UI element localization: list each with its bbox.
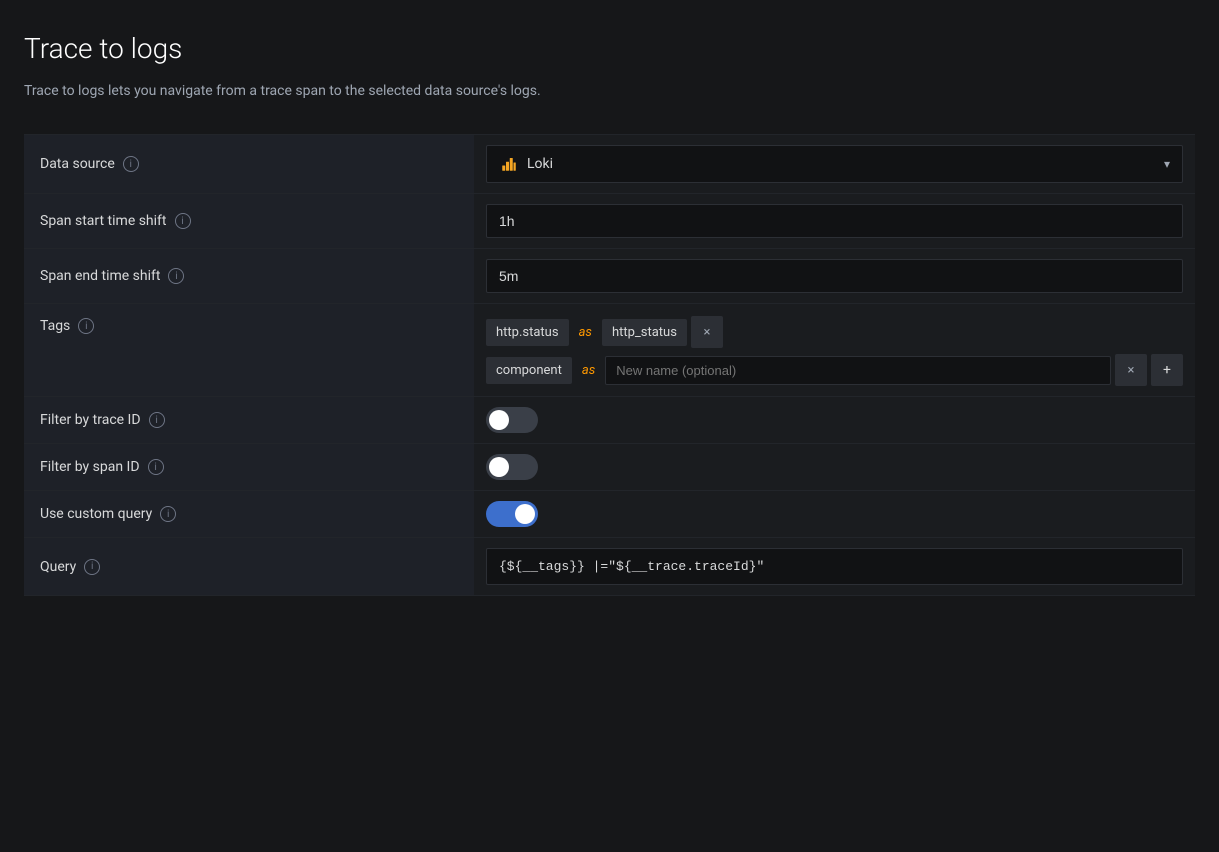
filter-span-id-info-icon[interactable]: i bbox=[148, 459, 164, 475]
tag-new-name-input[interactable] bbox=[605, 356, 1111, 385]
data-source-value-cell: Loki ▾ bbox=[474, 135, 1195, 194]
span-start-info-icon[interactable]: i bbox=[175, 213, 191, 229]
span-start-label: Span start time shift bbox=[40, 213, 167, 229]
loki-icon bbox=[499, 154, 519, 174]
span-start-row: Span start time shift i bbox=[24, 194, 1195, 249]
filter-trace-id-toggle[interactable] bbox=[486, 407, 538, 433]
tag-key-1: http.status bbox=[486, 319, 569, 346]
page-description: Trace to logs lets you navigate from a t… bbox=[24, 81, 1195, 102]
filter-span-id-label: Filter by span ID bbox=[40, 459, 140, 475]
use-custom-query-toggle[interactable] bbox=[486, 501, 538, 527]
span-end-row: Span end time shift i bbox=[24, 249, 1195, 304]
tag-add-button[interactable]: + bbox=[1151, 354, 1183, 386]
filter-trace-id-row: Filter by trace ID i bbox=[24, 397, 1195, 444]
tag-row-2: component as × + bbox=[486, 354, 1183, 386]
use-custom-query-row: Use custom query i bbox=[24, 491, 1195, 538]
filter-trace-id-toggle-container bbox=[486, 407, 1183, 433]
tags-value-cell: http.status as http_status × component a… bbox=[474, 304, 1195, 397]
filter-span-id-row: Filter by span ID i bbox=[24, 444, 1195, 491]
tag-as-2: as bbox=[576, 357, 601, 384]
span-start-label-cell: Span start time shift i bbox=[24, 194, 474, 249]
query-label-cell: Query i bbox=[24, 538, 474, 596]
settings-form: Data source i bbox=[24, 134, 1195, 596]
span-end-value-cell bbox=[474, 249, 1195, 304]
tags-container: http.status as http_status × component a… bbox=[486, 316, 1183, 386]
filter-span-id-label-cell: Filter by span ID i bbox=[24, 444, 474, 491]
span-end-label-cell: Span end time shift i bbox=[24, 249, 474, 304]
use-custom-query-value-cell bbox=[474, 491, 1195, 538]
filter-span-id-value-cell bbox=[474, 444, 1195, 491]
use-custom-query-label: Use custom query bbox=[40, 506, 152, 522]
tags-label-cell: Tags i bbox=[24, 304, 474, 397]
tags-info-icon[interactable]: i bbox=[78, 318, 94, 334]
tags-label: Tags bbox=[40, 318, 70, 334]
data-source-info-icon[interactable]: i bbox=[123, 156, 139, 172]
filter-span-id-toggle[interactable] bbox=[486, 454, 538, 480]
tag-row-1: http.status as http_status × bbox=[486, 316, 1183, 348]
span-end-info-icon[interactable]: i bbox=[168, 268, 184, 284]
data-source-label-cell: Data source i bbox=[24, 135, 474, 194]
span-end-label: Span end time shift bbox=[40, 268, 160, 284]
filter-span-id-thumb bbox=[489, 457, 509, 477]
query-info-icon[interactable]: i bbox=[84, 559, 100, 575]
query-input[interactable] bbox=[486, 548, 1183, 585]
use-custom-query-thumb bbox=[515, 504, 535, 524]
data-source-label: Data source bbox=[40, 156, 115, 172]
use-custom-query-info-icon[interactable]: i bbox=[160, 506, 176, 522]
tag-remove-1[interactable]: × bbox=[691, 316, 723, 348]
tag-remove-2[interactable]: × bbox=[1115, 354, 1147, 386]
filter-span-id-toggle-container bbox=[486, 454, 1183, 480]
data-source-row: Data source i bbox=[24, 135, 1195, 194]
query-value-cell bbox=[474, 538, 1195, 596]
span-start-value-cell bbox=[474, 194, 1195, 249]
tag-as-1: as bbox=[573, 319, 598, 346]
tags-row: Tags i http.status as http_status × comp… bbox=[24, 304, 1195, 397]
tag-key-2: component bbox=[486, 357, 572, 384]
query-row: Query i bbox=[24, 538, 1195, 596]
filter-trace-id-label-cell: Filter by trace ID i bbox=[24, 397, 474, 444]
chevron-down-icon: ▾ bbox=[1164, 157, 1170, 171]
filter-trace-id-info-icon[interactable]: i bbox=[149, 412, 165, 428]
filter-trace-id-label: Filter by trace ID bbox=[40, 412, 141, 428]
data-source-dropdown[interactable]: Loki ▾ bbox=[486, 145, 1183, 183]
filter-trace-id-thumb bbox=[489, 410, 509, 430]
filter-trace-id-value-cell bbox=[474, 397, 1195, 444]
span-end-input[interactable] bbox=[486, 259, 1183, 293]
use-custom-query-label-cell: Use custom query i bbox=[24, 491, 474, 538]
page-title: Trace to logs bbox=[24, 32, 1195, 65]
tag-value-1: http_status bbox=[602, 319, 687, 346]
data-source-value: Loki bbox=[527, 156, 553, 172]
span-start-input[interactable] bbox=[486, 204, 1183, 238]
query-label: Query bbox=[40, 559, 76, 575]
use-custom-query-toggle-container bbox=[486, 501, 1183, 527]
